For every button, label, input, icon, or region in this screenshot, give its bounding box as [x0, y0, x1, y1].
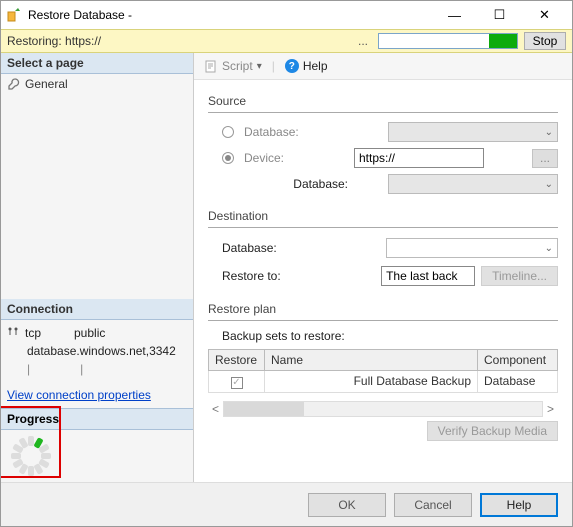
restore-checkbox[interactable]: ✓ — [231, 377, 243, 389]
scroll-left-icon[interactable]: < — [208, 402, 223, 416]
help-toolbar-button[interactable]: ? Help — [281, 57, 332, 75]
window-title: Restore Database - — [28, 8, 432, 22]
script-button[interactable]: Script ▾ — [200, 57, 266, 75]
ok-button[interactable]: OK — [308, 493, 386, 517]
toolbar: Script ▾ | ? Help — [194, 53, 572, 80]
plan-sub-label: Backup sets to restore: — [208, 327, 558, 349]
close-button[interactable]: ✕ — [522, 1, 567, 29]
restore-icon — [6, 7, 22, 23]
row-component: Database — [478, 371, 558, 393]
chevron-down-icon: ⌄ — [545, 179, 553, 190]
main-panel: Script ▾ | ? Help Source Database: ⌄ Dev… — [194, 53, 572, 482]
status-progress-bar — [378, 33, 518, 49]
chevron-down-icon: ▾ — [257, 61, 262, 72]
title-bar: Restore Database - — ☐ ✕ — [1, 1, 572, 29]
maximize-button[interactable]: ☐ — [477, 1, 522, 29]
col-component: Component — [478, 350, 558, 371]
conn-db: database.windows.net,3342 — [27, 344, 176, 358]
dest-group-header: Destination — [208, 205, 558, 228]
conn-schema: public — [74, 326, 105, 340]
source-group-header: Source — [208, 90, 558, 113]
source-device-radio[interactable] — [222, 152, 234, 164]
minimize-button[interactable]: — — [432, 1, 477, 29]
table-row[interactable]: ✓ Full Database Backup Database — [209, 371, 558, 393]
dest-db-combo[interactable]: ⌄ — [386, 238, 558, 258]
sidebar: Select a page General Connection tcp pub… — [1, 53, 194, 482]
sidebar-item-label: General — [25, 77, 68, 91]
backup-sets-table: Restore Name Component ✓ Full Database B… — [208, 349, 558, 393]
row-name: Full Database Backup — [265, 371, 478, 393]
help-icon: ? — [285, 59, 299, 73]
source-database-radio[interactable] — [222, 126, 234, 138]
source-db2-label: Database: — [244, 177, 354, 191]
dest-db-label: Database: — [222, 241, 330, 255]
stop-button[interactable]: Stop — [524, 32, 566, 50]
connection-info: tcp public database.windows.net,3342 | | — [1, 320, 193, 382]
dialog-footer: OK Cancel Help — [1, 482, 572, 526]
script-icon — [204, 59, 218, 73]
scroll-thumb[interactable] — [224, 402, 304, 416]
status-text: Restoring: https:// — [7, 34, 348, 48]
restore-to-label: Restore to: — [222, 269, 330, 283]
source-db2-combo: ⌄ — [388, 174, 558, 194]
horizontal-scrollbar[interactable]: < > — [208, 401, 558, 417]
connection-header: Connection — [1, 299, 193, 320]
wrench-icon — [7, 77, 21, 91]
chevron-down-icon: ⌄ — [545, 127, 553, 138]
plan-group-header: Restore plan — [208, 298, 558, 321]
chevron-down-icon: ⌄ — [545, 243, 553, 254]
view-connection-properties-link[interactable]: View connection properties — [1, 382, 193, 408]
sidebar-item-general[interactable]: General — [1, 74, 193, 94]
timeline-button: Timeline... — [481, 266, 558, 286]
restore-to-input[interactable] — [381, 266, 475, 286]
verify-backup-media-button: Verify Backup Media — [427, 421, 558, 441]
source-database-combo: ⌄ — [388, 122, 558, 142]
status-bar: Restoring: https:// ... Stop — [1, 29, 572, 53]
progress-header: Progress — [1, 408, 193, 430]
progress-spinner-icon — [11, 436, 51, 476]
cancel-button[interactable]: Cancel — [394, 493, 472, 517]
conn-extra: | | — [27, 362, 83, 376]
source-device-input[interactable] — [354, 148, 484, 168]
help-button[interactable]: Help — [480, 493, 558, 517]
source-database-label: Database: — [244, 125, 334, 139]
scroll-right-icon[interactable]: > — [543, 402, 558, 416]
browse-device-button[interactable]: ... — [532, 149, 558, 168]
col-name: Name — [265, 350, 478, 371]
server-icon — [7, 326, 21, 340]
conn-protocol: tcp — [25, 326, 70, 340]
status-ellipsis-icon: ... — [354, 34, 372, 48]
col-restore: Restore — [209, 350, 265, 371]
source-device-label: Device: — [244, 151, 334, 165]
select-page-header: Select a page — [1, 53, 193, 74]
